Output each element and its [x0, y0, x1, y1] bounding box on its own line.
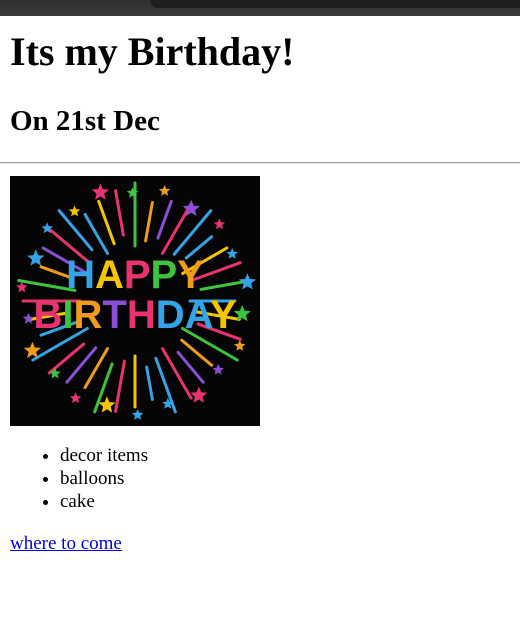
banner-letter: T: [102, 293, 126, 337]
banner-letter: P: [124, 253, 151, 297]
divider: [0, 162, 520, 164]
banner-letter: R: [74, 293, 103, 337]
browser-tab-strip: [150, 0, 520, 8]
page-content: Its my Birthday! On 21st Dec HAPPY BIRTH…: [0, 16, 520, 555]
list-item: cake: [60, 490, 520, 513]
where-to-come-link[interactable]: where to come: [10, 533, 122, 555]
happy-birthday-image: HAPPY BIRTHDAY: [10, 176, 260, 426]
banner-letter: Y: [210, 293, 237, 337]
banner-letter: B: [33, 293, 62, 337]
banner-letter: Y: [177, 253, 204, 297]
banner-letter: I: [62, 293, 73, 337]
banner-letter: A: [95, 253, 124, 297]
banner-letter: P: [151, 253, 178, 297]
banner-text-line1: HAPPY: [66, 253, 204, 297]
browser-top-bar: [0, 0, 520, 16]
page-title: Its my Birthday!: [10, 29, 295, 74]
banner-letter: H: [66, 253, 95, 297]
banner-letter: H: [127, 293, 156, 337]
party-list: decor items balloons cake: [10, 444, 520, 513]
page-subtitle: On 21st Dec: [10, 105, 160, 137]
list-item: balloons: [60, 467, 520, 490]
list-item: decor items: [60, 444, 520, 467]
banner-letter: A: [185, 293, 213, 337]
banner-text-line2: BIRTHDAY: [33, 293, 236, 337]
banner-letter: D: [156, 293, 185, 337]
